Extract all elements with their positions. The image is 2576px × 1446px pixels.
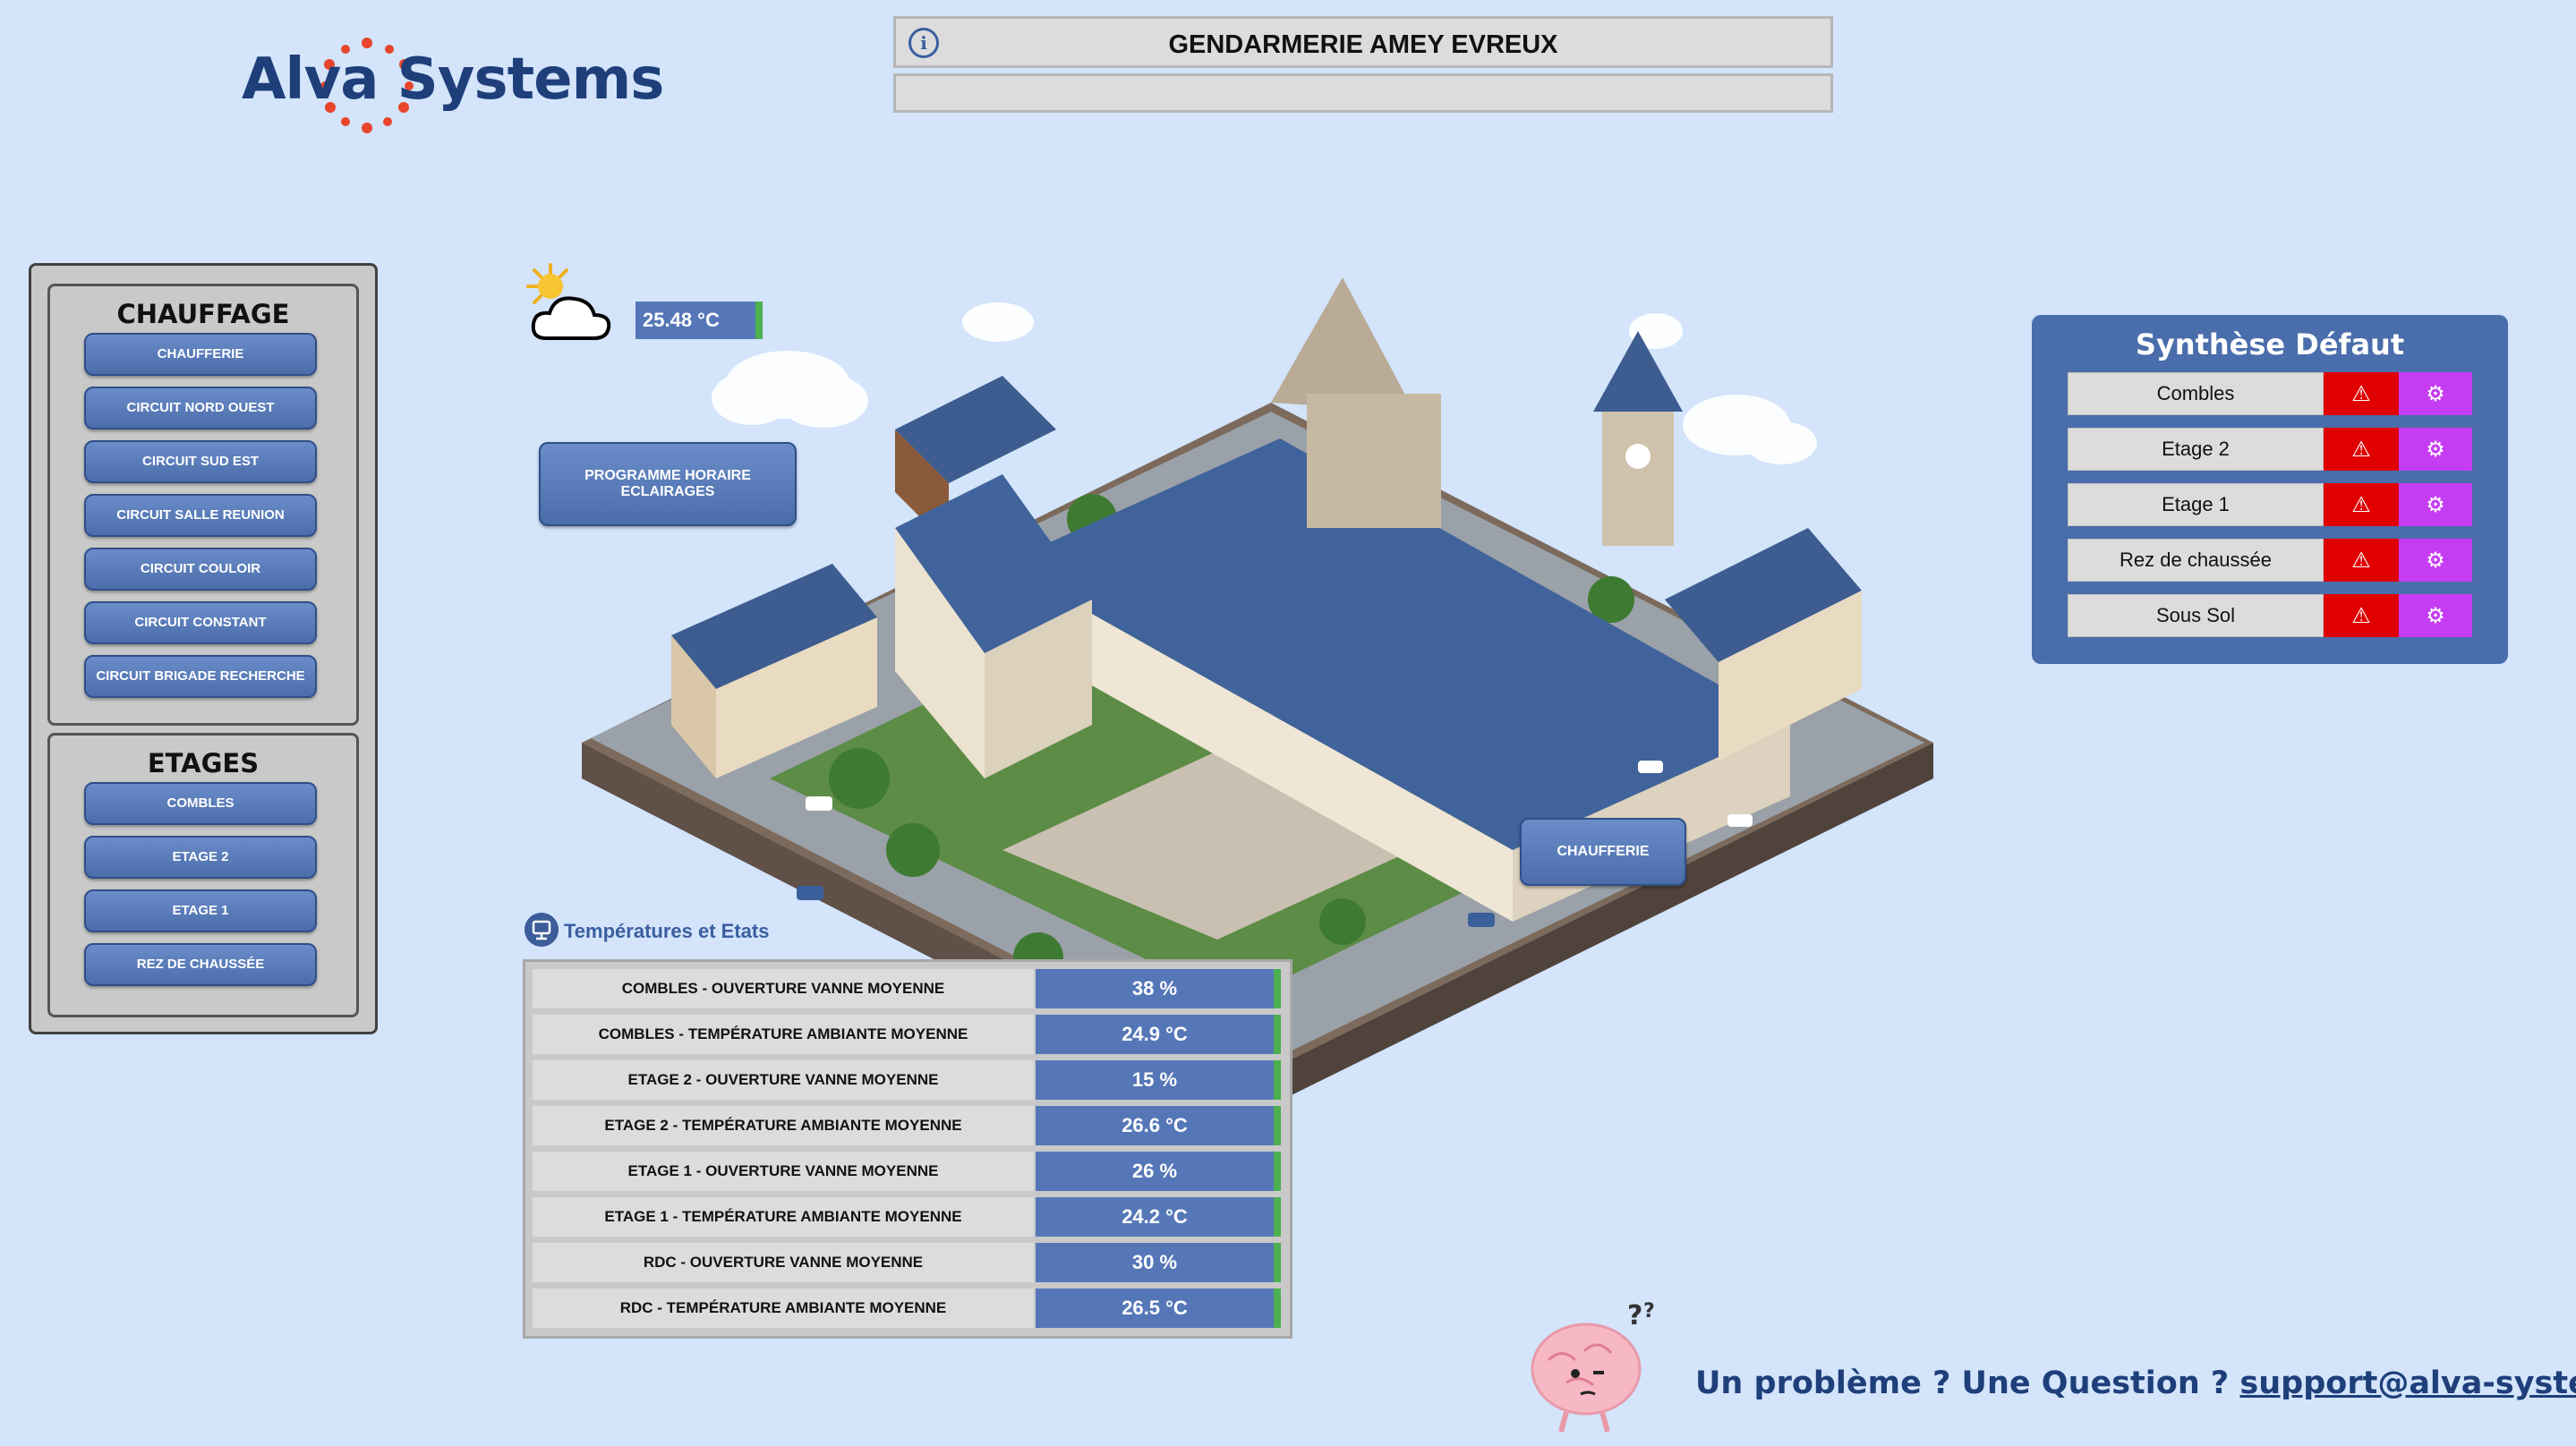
page-title: GENDARMERIE AMEY EVREUX bbox=[1168, 30, 1558, 59]
row-value: 26.6 °C bbox=[1036, 1106, 1281, 1145]
synthese-row-label: Combles bbox=[2068, 372, 2324, 415]
programme-horaire-eclairages-button[interactable]: PROGRAMME HORAIRE ECLAIRAGES bbox=[539, 442, 797, 526]
chaufferie-button[interactable]: CHAUFFERIE bbox=[84, 333, 317, 376]
warning-icon[interactable]: ⚠ bbox=[2324, 483, 2399, 526]
row-label: ETAGE 2 - OUVERTURE VANNE MOYENNE bbox=[533, 1060, 1034, 1100]
row-value: 15 % bbox=[1036, 1060, 1281, 1100]
table-row: ETAGE 2 - OUVERTURE VANNE MOYENNE 15 % bbox=[533, 1060, 1281, 1100]
row-label: ETAGE 2 - TEMPÉRATURE AMBIANTE MOYENNE bbox=[533, 1106, 1034, 1145]
brand-name: Alva Systems bbox=[242, 47, 664, 113]
gear-icon[interactable]: ⚙ bbox=[2399, 483, 2472, 526]
left-navigation-panel: CHAUFFAGE CHAUFFERIE CIRCUIT NORD OUEST … bbox=[29, 263, 378, 1034]
chauffage-group: CHAUFFAGE CHAUFFERIE CIRCUIT NORD OUEST … bbox=[47, 284, 359, 726]
circuit-sud-est-button[interactable]: CIRCUIT SUD EST bbox=[84, 440, 317, 483]
synthese-row-label: Etage 2 bbox=[2068, 428, 2324, 471]
table-row: ETAGE 1 - OUVERTURE VANNE MOYENNE 26 % bbox=[533, 1152, 1281, 1191]
svg-text:?: ? bbox=[1627, 1300, 1642, 1331]
support-email-link[interactable]: support@alva-systems.fr bbox=[2239, 1365, 2576, 1401]
page-subtitle-bar bbox=[893, 73, 1833, 113]
row-value: 24.2 °C bbox=[1036, 1197, 1281, 1237]
etage-2-button[interactable]: ETAGE 2 bbox=[84, 836, 317, 879]
synthese-row-label: Etage 1 bbox=[2068, 483, 2324, 526]
support-question: Un problème ? Une Question ? bbox=[1695, 1365, 2240, 1401]
row-value: 30 % bbox=[1036, 1243, 1281, 1282]
row-label: COMBLES - TEMPÉRATURE AMBIANTE MOYENNE bbox=[533, 1015, 1034, 1054]
table-row: ETAGE 2 - TEMPÉRATURE AMBIANTE MOYENNE 2… bbox=[533, 1106, 1281, 1145]
row-label: ETAGE 1 - TEMPÉRATURE AMBIANTE MOYENNE bbox=[533, 1197, 1034, 1237]
warning-icon[interactable]: ⚠ bbox=[2324, 428, 2399, 471]
synthese-defaut-panel: Synthèse Défaut Combles ⚠ ⚙ Etage 2 ⚠ ⚙ … bbox=[2032, 315, 2508, 664]
combles-button[interactable]: COMBLES bbox=[84, 782, 317, 825]
temperatures-table: COMBLES - OUVERTURE VANNE MOYENNE 38 % C… bbox=[523, 959, 1292, 1339]
gear-icon[interactable]: ⚙ bbox=[2399, 539, 2472, 582]
gear-icon[interactable]: ⚙ bbox=[2399, 594, 2472, 637]
etages-group: ETAGES COMBLES ETAGE 2 ETAGE 1 REZ DE CH… bbox=[47, 733, 359, 1017]
row-label: RDC - OUVERTURE VANNE MOYENNE bbox=[533, 1243, 1034, 1282]
circuit-brigade-recherche-button[interactable]: CIRCUIT BRIGADE RECHERCHE bbox=[84, 655, 317, 698]
circuit-nord-ouest-button[interactable]: CIRCUIT NORD OUEST bbox=[84, 387, 317, 430]
table-row: RDC - TEMPÉRATURE AMBIANTE MOYENNE 26.5 … bbox=[533, 1289, 1281, 1328]
row-value: 38 % bbox=[1036, 969, 1281, 1008]
table-row: RDC - OUVERTURE VANNE MOYENNE 30 % bbox=[533, 1243, 1281, 1282]
row-value: 24.9 °C bbox=[1036, 1015, 1281, 1054]
temperatures-title: Températures et Etats bbox=[564, 920, 770, 942]
circuit-salle-reunion-button[interactable]: CIRCUIT SALLE REUNION bbox=[84, 494, 317, 537]
etage-1-button[interactable]: ETAGE 1 bbox=[84, 889, 317, 932]
synthese-row-sous-sol: Sous Sol ⚠ ⚙ bbox=[2068, 594, 2472, 637]
monitor-icon bbox=[525, 913, 559, 947]
warning-icon[interactable]: ⚠ bbox=[2324, 372, 2399, 415]
table-row: COMBLES - TEMPÉRATURE AMBIANTE MOYENNE 2… bbox=[533, 1015, 1281, 1054]
row-label: RDC - TEMPÉRATURE AMBIANTE MOYENNE bbox=[533, 1289, 1034, 1328]
synthese-row-label: Sous Sol bbox=[2068, 594, 2324, 637]
etages-title: ETAGES bbox=[147, 748, 260, 778]
row-value: 26 % bbox=[1036, 1152, 1281, 1191]
synthese-row-combles: Combles ⚠ ⚙ bbox=[2068, 372, 2472, 415]
circuit-couloir-button[interactable]: CIRCUIT COULOIR bbox=[84, 548, 317, 591]
table-row: COMBLES - OUVERTURE VANNE MOYENNE 38 % bbox=[533, 969, 1281, 1008]
synthese-row-etage-2: Etage 2 ⚠ ⚙ bbox=[2068, 428, 2472, 471]
gear-icon[interactable]: ⚙ bbox=[2399, 428, 2472, 471]
row-label: ETAGE 1 - OUVERTURE VANNE MOYENNE bbox=[533, 1152, 1034, 1191]
circuit-constant-button[interactable]: CIRCUIT CONSTANT bbox=[84, 601, 317, 644]
gear-icon[interactable]: ⚙ bbox=[2399, 372, 2472, 415]
outdoor-temperature: 25.48 °C bbox=[635, 302, 763, 339]
synthese-row-rez-de-chaussee: Rez de chaussée ⚠ ⚙ bbox=[2068, 539, 2472, 582]
table-row: ETAGE 1 - TEMPÉRATURE AMBIANTE MOYENNE 2… bbox=[533, 1197, 1281, 1237]
page-title-bar: i GENDARMERIE AMEY EVREUX bbox=[893, 16, 1833, 68]
chauffage-title: CHAUFFAGE bbox=[116, 299, 290, 329]
support-line: Un problème ? Une Question ? support@alv… bbox=[1695, 1365, 2576, 1401]
rez-de-chaussee-button[interactable]: REZ DE CHAUSSÉE bbox=[84, 943, 317, 986]
warning-icon[interactable]: ⚠ bbox=[2324, 539, 2399, 582]
row-label: COMBLES - OUVERTURE VANNE MOYENNE bbox=[533, 969, 1034, 1008]
synthese-row-etage-1: Etage 1 ⚠ ⚙ bbox=[2068, 483, 2472, 526]
synthese-row-label: Rez de chaussée bbox=[2068, 539, 2324, 582]
brain-mascot-icon: ? ? bbox=[1531, 1300, 1655, 1433]
synthese-title: Synthèse Défaut bbox=[2135, 327, 2405, 362]
warning-icon[interactable]: ⚠ bbox=[2324, 594, 2399, 637]
chaufferie-scene-button[interactable]: CHAUFFERIE bbox=[1520, 818, 1686, 886]
row-value: 26.5 °C bbox=[1036, 1289, 1281, 1328]
svg-text:?: ? bbox=[1643, 1300, 1655, 1323]
